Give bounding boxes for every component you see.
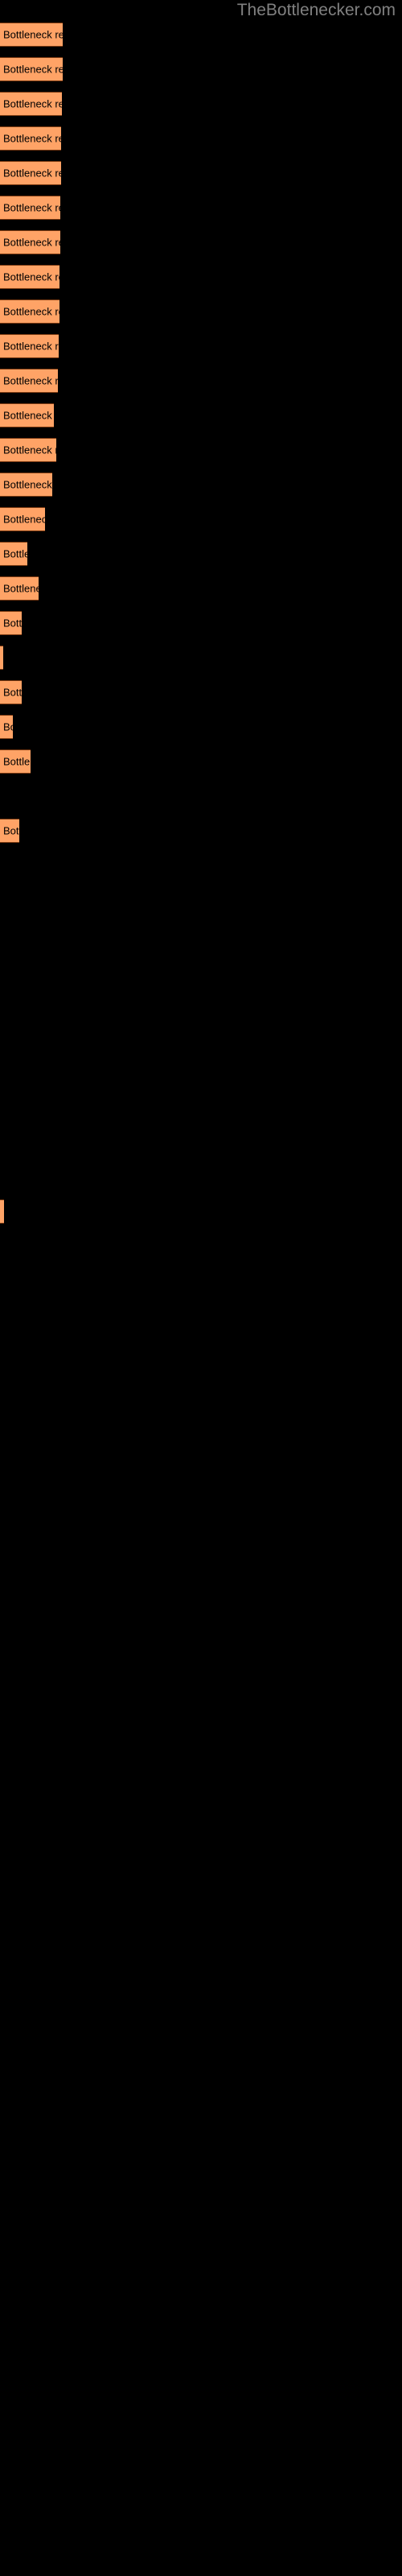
bar-7[interactable]: Bottleneck result [0, 230, 60, 254]
bar-label: Bottleneck result [3, 720, 13, 733]
bar-5[interactable]: Bottleneck result [0, 161, 61, 185]
bar-6[interactable]: Bottleneck result [0, 196, 60, 220]
bar-3[interactable]: Bottleneck result [0, 92, 62, 116]
bar-13[interactable]: Bottleneck result [0, 438, 56, 462]
bar-16[interactable]: Bottleneck result [0, 542, 27, 566]
bar-label: Bottleneck result [3, 167, 61, 180]
bar-21[interactable]: Bottleneck result [0, 715, 13, 739]
bar-17[interactable]: Bottleneck result [0, 576, 39, 601]
bar-label: Bottleneck result [3, 582, 39, 595]
bar-label: Bottleneck result [3, 409, 54, 422]
bar-2[interactable]: Bottleneck result [0, 57, 63, 81]
bar-label: Bottleneck result [3, 236, 60, 249]
bar-label: Bottleneck result [3, 617, 22, 630]
bar-11[interactable]: Bottleneck result [0, 369, 58, 393]
bar-8[interactable]: Bottleneck result [0, 265, 59, 289]
bar-12[interactable]: Bottleneck result [0, 403, 54, 427]
bar-label: Bottleneck result [3, 270, 59, 283]
bar-14[interactable]: Bottleneck result [0, 473, 52, 497]
bar-1[interactable]: Bottleneck result [0, 23, 63, 47]
bar-20[interactable]: Bottleneck result [0, 680, 22, 704]
bar-label: Bottleneck result [3, 547, 27, 560]
bar-label: Bottleneck result [3, 340, 59, 353]
bar-label: Bottleneck result [3, 513, 45, 526]
bar-label: Bottleneck result [3, 63, 63, 76]
bar-10[interactable]: Bottleneck result [0, 334, 59, 358]
bar-15[interactable]: Bottleneck result [0, 507, 45, 531]
bar-24[interactable]: Bottleneck result [0, 819, 19, 843]
bar-label: Bottleneck result [3, 755, 31, 768]
bar-label: Bottleneck result [3, 132, 61, 145]
bar-9[interactable]: Bottleneck result [0, 299, 59, 324]
bar-label: Bottleneck result [3, 478, 52, 491]
bar-label: Bottleneck result [3, 305, 59, 318]
bar-label: Bottleneck result [3, 824, 19, 837]
page-root: TheBottlenecker.com Bottleneck resultBot… [0, 0, 402, 2576]
bar-25[interactable]: Bottleneck result [0, 1199, 4, 1224]
bar-label: Bottleneck result [3, 686, 22, 699]
bar-label: Bottleneck result [3, 374, 58, 387]
bar-label: Bottleneck result [3, 28, 63, 41]
bottleneck-bar-chart: Bottleneck result Bottleneck result Bottle… [0, 0, 402, 2576]
bar-label: Bottleneck result [3, 97, 62, 110]
bar-label: Bottleneck result [3, 444, 56, 456]
bar-19[interactable]: Bottleneck result [0, 646, 3, 670]
bar-18[interactable]: Bottleneck result [0, 611, 22, 635]
bar-label: Bottleneck result [3, 201, 60, 214]
bar-22[interactable]: Bottleneck result [0, 749, 31, 774]
bar-4[interactable]: Bottleneck result [0, 126, 61, 151]
